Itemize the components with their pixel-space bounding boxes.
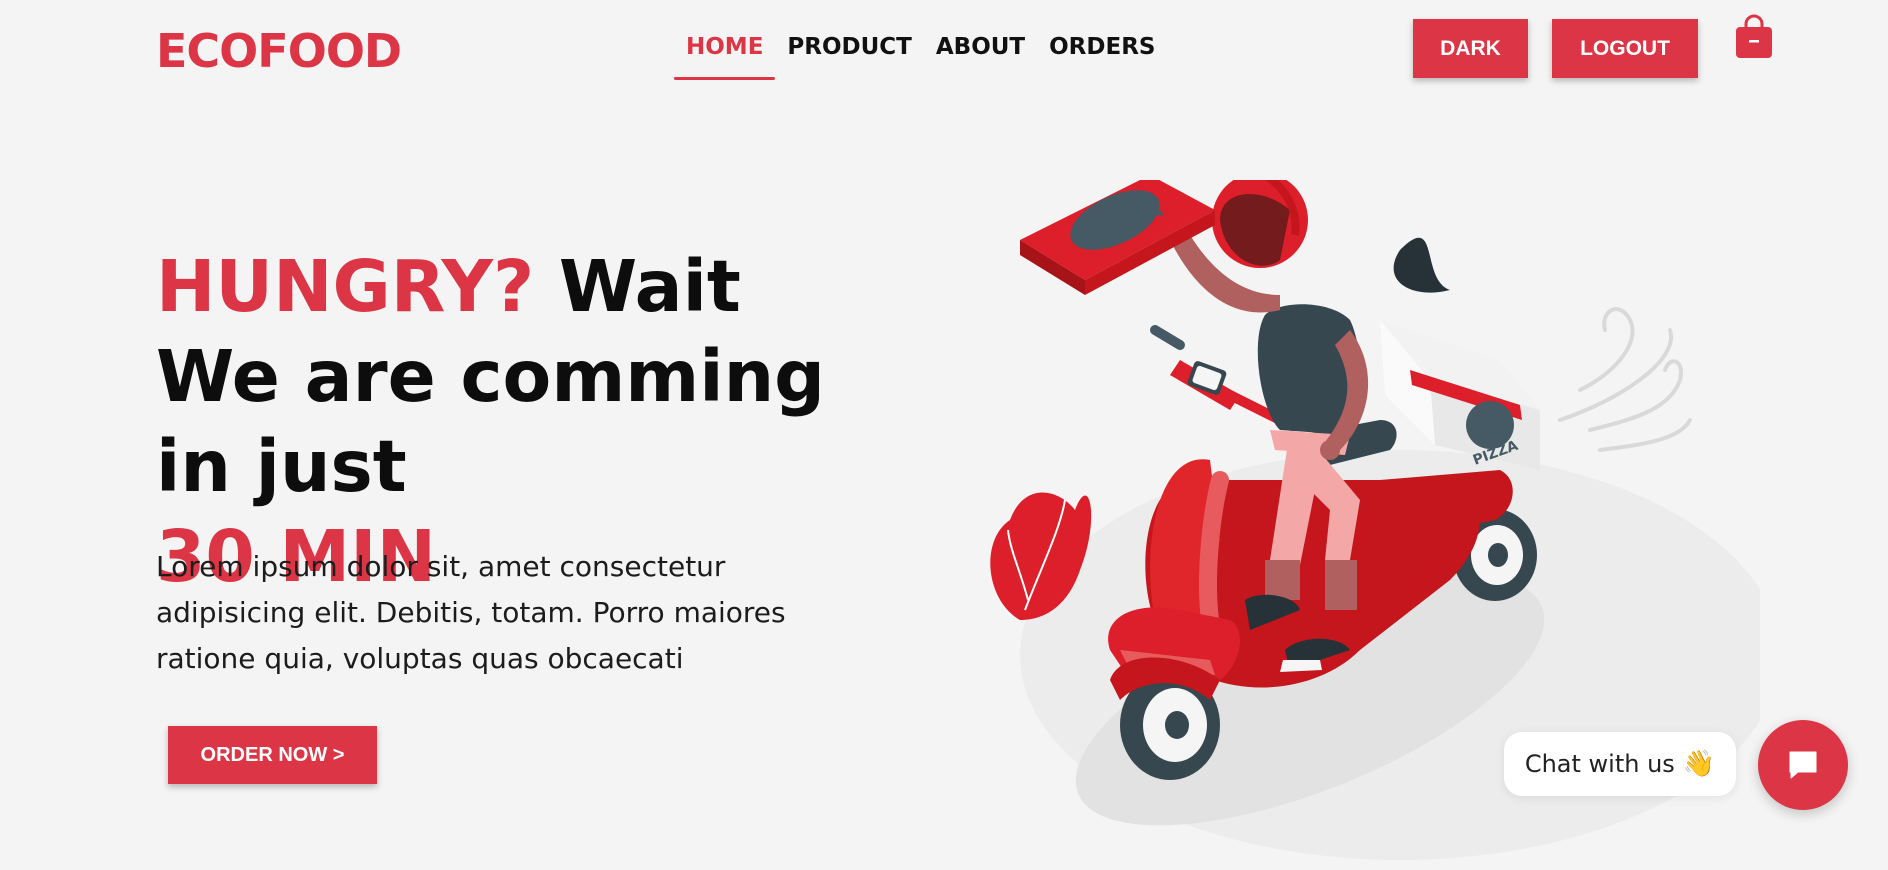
delivery-box: PIZZA	[1380, 320, 1540, 470]
chat-prompt-label: Chat with us	[1524, 750, 1675, 778]
chat-button[interactable]	[1758, 720, 1848, 810]
logout-button[interactable]: LOGOUT	[1552, 19, 1698, 78]
hero-title-hungry: HUNGRY?	[156, 245, 535, 328]
logo[interactable]: ECOFOOD	[156, 24, 402, 78]
chat-icon	[1789, 751, 1817, 779]
nav-item-orders[interactable]: ORDERS	[1037, 30, 1167, 80]
nav-item-about[interactable]: ABOUT	[924, 30, 1037, 80]
dark-mode-button[interactable]: DARK	[1413, 19, 1528, 78]
chat-prompt-bubble[interactable]: Chat with us 👋	[1504, 732, 1736, 796]
nav-item-product[interactable]: PRODUCT	[775, 30, 923, 80]
pizza-box: PIZZA	[1020, 180, 1215, 295]
main-nav: HOME PRODUCT ABOUT ORDERS	[674, 30, 1167, 80]
shopping-bag-icon[interactable]	[1734, 14, 1774, 60]
order-now-button[interactable]: ORDER NOW >	[168, 726, 377, 784]
waving-hand-icon: 👋	[1682, 749, 1716, 779]
hero-description: Lorem ipsum dolor sit, amet consectetur …	[156, 550, 786, 675]
nav-item-home[interactable]: HOME	[674, 30, 776, 80]
wind-lines	[1558, 307, 1692, 452]
